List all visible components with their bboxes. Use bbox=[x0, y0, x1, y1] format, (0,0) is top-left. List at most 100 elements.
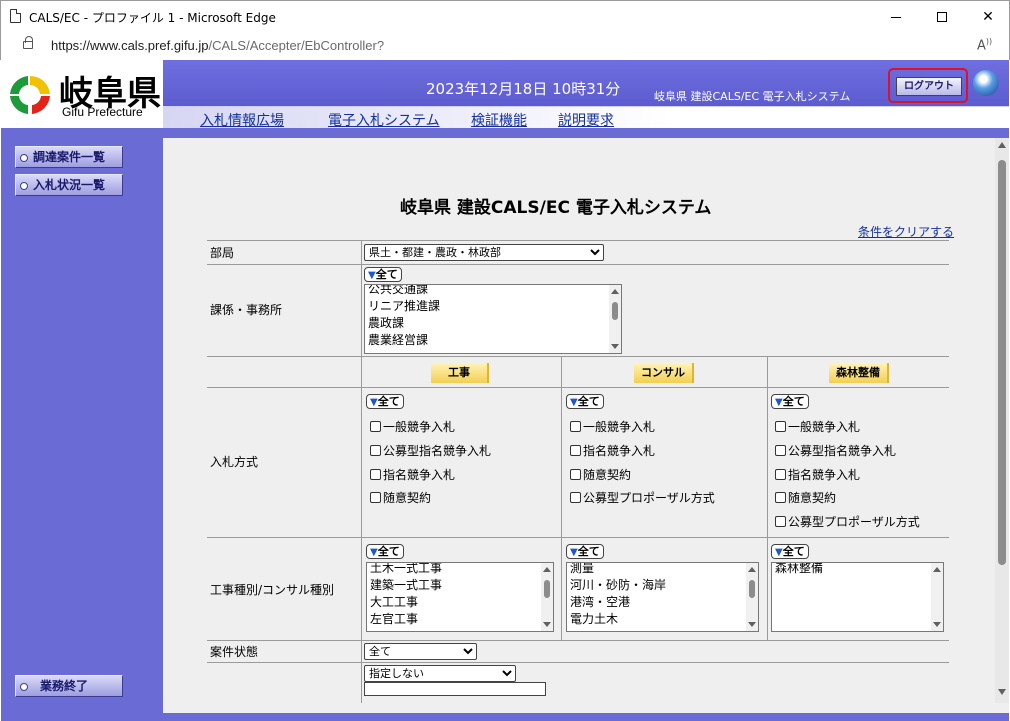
url-text[interactable]: https://www.cals.pref.gifu.jp/CALS/Accep… bbox=[51, 38, 384, 53]
read-aloud-icon[interactable]: A)) bbox=[977, 37, 992, 53]
bottom-band bbox=[163, 713, 1009, 721]
period-select[interactable]: 指定しない bbox=[364, 665, 516, 682]
column-header-forest: 森林整備 bbox=[829, 363, 889, 383]
bid-koji-option[interactable]: 公募型指名競争入札 bbox=[370, 442, 491, 459]
listbox-scrollbar[interactable] bbox=[541, 563, 553, 631]
row-bid-method: 入札方式 ▼全て 一般競争入札 公募型指名競争入札 指名競争入札 随意契約 ▼全… bbox=[207, 387, 949, 538]
row-column-headers: 工事 コンサル 森林整備 bbox=[207, 356, 949, 388]
scroll-up-arrow[interactable] bbox=[998, 142, 1006, 148]
section-listbox[interactable]: 公共交通課 リニア推進課 農政課 農業経営課 bbox=[364, 284, 622, 354]
list-item[interactable]: 大工工事 bbox=[367, 594, 553, 611]
header-banner: 2023年12月18日 10時31分 岐阜県 建設CALS/EC 電子入札システ… bbox=[163, 60, 1009, 106]
bid-forest-option[interactable]: 公募型プロポーザル方式 bbox=[775, 513, 920, 530]
column-header-koji: 工事 bbox=[431, 363, 489, 383]
maximize-button[interactable] bbox=[919, 1, 965, 33]
bid-koji-option[interactable]: 随意契約 bbox=[370, 489, 431, 506]
bid-forest-option[interactable]: 指名競争入札 bbox=[775, 466, 860, 483]
section-label: 課係・事務所 bbox=[210, 303, 283, 317]
nav-bid-info[interactable]: 入札情報広場 bbox=[200, 110, 284, 130]
web-page: 岐阜県 Gifu Prefecture 2023年12月18日 10時31分 岐… bbox=[1, 60, 1009, 721]
minimize-button[interactable] bbox=[873, 1, 919, 33]
work-type-koji-all-button[interactable]: ▼全て bbox=[366, 544, 404, 559]
list-item[interactable]: 左官工事 bbox=[367, 611, 553, 628]
page-icon bbox=[10, 9, 21, 23]
top-nav: 入札情報広場 電子入札システム 検証機能 説明要求 bbox=[163, 106, 1009, 130]
list-item[interactable]: 建築一式工事 bbox=[367, 577, 553, 594]
window-titlebar: CALS/EC - プロファイル 1 - Microsoft Edge ✕ bbox=[0, 0, 1010, 32]
current-datetime: 2023年12月18日 10時31分 bbox=[426, 80, 621, 98]
list-item[interactable]: 土木一式工事 bbox=[367, 563, 553, 577]
list-item[interactable]: 森林整備 bbox=[772, 563, 943, 577]
work-type-label: 工事種別/コンサル種別 bbox=[210, 583, 335, 597]
department-label: 部局 bbox=[210, 246, 235, 260]
bid-koji-option[interactable]: 指名競争入札 bbox=[370, 466, 455, 483]
bid-forest-option[interactable]: 一般競争入札 bbox=[775, 418, 860, 435]
logo-area: 岐阜県 Gifu Prefecture bbox=[1, 60, 163, 128]
list-item[interactable]: 測量 bbox=[567, 563, 758, 577]
work-type-forest-listbox[interactable]: 森林整備 bbox=[771, 562, 944, 632]
logo-mark-icon bbox=[10, 75, 50, 114]
bid-forest-option[interactable]: 公募型指名競争入札 bbox=[775, 442, 896, 459]
bid-consul-option[interactable]: 指名競争入札 bbox=[570, 442, 655, 459]
bid-forest-option[interactable]: 随意契約 bbox=[775, 489, 836, 506]
org-name: 岐阜県 建設CALS/EC 電子入札システム bbox=[654, 90, 851, 103]
list-item[interactable]: 公共交通課 bbox=[365, 285, 621, 298]
page-title: 岐阜県 建設CALS/EC 電子入札システム bbox=[400, 198, 712, 218]
sidebar-item-bid-status-list[interactable]: 入札状況一覧 bbox=[15, 174, 123, 196]
bid-consul-option[interactable]: 公募型プロポーザル方式 bbox=[570, 489, 715, 506]
clear-conditions-link[interactable]: 条件をクリアする bbox=[858, 223, 954, 240]
site-header: 2023年12月18日 10時31分 岐阜県 建設CALS/EC 電子入札システ… bbox=[163, 60, 1009, 130]
list-item[interactable]: 河川・砂防・海岸 bbox=[567, 577, 758, 594]
bid-method-forest-all-button[interactable]: ▼全て bbox=[771, 394, 809, 409]
url-path: /CALS/Accepter/EbController? bbox=[208, 38, 385, 53]
list-item[interactable]: 電力土木 bbox=[567, 611, 758, 628]
url-host: https://www.cals.pref.gifu.jp bbox=[51, 38, 209, 53]
row-next: 指定しない bbox=[207, 662, 949, 703]
work-type-forest-all-button[interactable]: ▼全て bbox=[771, 544, 809, 559]
page-scrollbar[interactable] bbox=[995, 138, 1009, 703]
main-content: 岐阜県 建設CALS/EC 電子入札システム 条件をクリアする 部局 県土・都建… bbox=[163, 128, 1009, 721]
row-department: 部局 県土・都建・農政・林政部 bbox=[207, 240, 949, 265]
sidebar: 調達案件一覧 入札状況一覧 業務終了 bbox=[1, 128, 163, 721]
content-panel: 岐阜県 建設CALS/EC 電子入札システム 条件をクリアする 部局 県土・都建… bbox=[163, 138, 1009, 713]
listbox-scrollbar[interactable] bbox=[746, 563, 758, 631]
work-type-koji-listbox[interactable]: 土木一式工事 建築一式工事 大工工事 左官工事 bbox=[366, 562, 554, 632]
list-item[interactable]: 港湾・空港 bbox=[567, 594, 758, 611]
listbox-scrollbar[interactable] bbox=[931, 563, 943, 631]
sidebar-item-procurement-list[interactable]: 調達案件一覧 bbox=[15, 146, 123, 168]
list-item[interactable]: 農政課 bbox=[365, 315, 621, 332]
status-select[interactable]: 全て bbox=[364, 643, 477, 660]
nav-ebid-system[interactable]: 電子入札システム bbox=[328, 110, 440, 130]
work-type-consul-listbox[interactable]: 測量 河川・砂防・海岸 港湾・空港 電力土木 bbox=[566, 562, 759, 632]
section-all-button[interactable]: ▼全て bbox=[364, 267, 402, 282]
bid-consul-option[interactable]: 一般競争入札 bbox=[570, 418, 655, 435]
nav-verification[interactable]: 検証機能 bbox=[471, 110, 527, 130]
section-listbox-scrollbar[interactable] bbox=[609, 285, 621, 353]
nav-explanation-request[interactable]: 説明要求 bbox=[558, 110, 614, 130]
bid-method-koji-all-button[interactable]: ▼全て bbox=[366, 394, 404, 409]
address-bar[interactable]: https://www.cals.pref.gifu.jp/CALS/Accep… bbox=[0, 32, 1010, 60]
logout-button[interactable]: ログアウト bbox=[896, 77, 962, 96]
close-button[interactable]: ✕ bbox=[965, 1, 1010, 33]
bid-method-label: 入札方式 bbox=[210, 455, 259, 469]
department-select[interactable]: 県土・都建・農政・林政部 bbox=[364, 244, 604, 261]
bid-consul-option[interactable]: 随意契約 bbox=[570, 466, 631, 483]
scroll-down-arrow[interactable] bbox=[998, 689, 1006, 695]
lock-icon[interactable] bbox=[23, 36, 33, 49]
row-status: 案件状態 全て bbox=[207, 640, 949, 663]
bid-koji-option[interactable]: 一般競争入札 bbox=[370, 418, 455, 435]
date-input[interactable] bbox=[364, 682, 546, 696]
ie-icon bbox=[973, 70, 999, 96]
row-work-type: 工事種別/コンサル種別 ▼全て 土木一式工事 建築一式工事 大工工事 左官工事 … bbox=[207, 537, 949, 641]
list-item[interactable]: リニア推進課 bbox=[365, 298, 621, 315]
logo-en: Gifu Prefecture bbox=[62, 105, 143, 119]
work-type-consul-all-button[interactable]: ▼全て bbox=[566, 544, 604, 559]
list-item[interactable]: 農業経営課 bbox=[365, 332, 621, 349]
end-work-button[interactable]: 業務終了 bbox=[15, 675, 123, 697]
logout-highlight: ログアウト bbox=[888, 68, 968, 103]
scroll-thumb[interactable] bbox=[998, 160, 1006, 565]
bid-method-consul-all-button[interactable]: ▼全て bbox=[566, 394, 604, 409]
row-section: 課係・事務所 ▼全て 公共交通課 リニア推進課 農政課 農業経営課 bbox=[207, 264, 949, 357]
window-title: CALS/EC - プロファイル 1 - Microsoft Edge bbox=[29, 11, 276, 25]
column-header-consul: コンサル bbox=[634, 363, 694, 383]
